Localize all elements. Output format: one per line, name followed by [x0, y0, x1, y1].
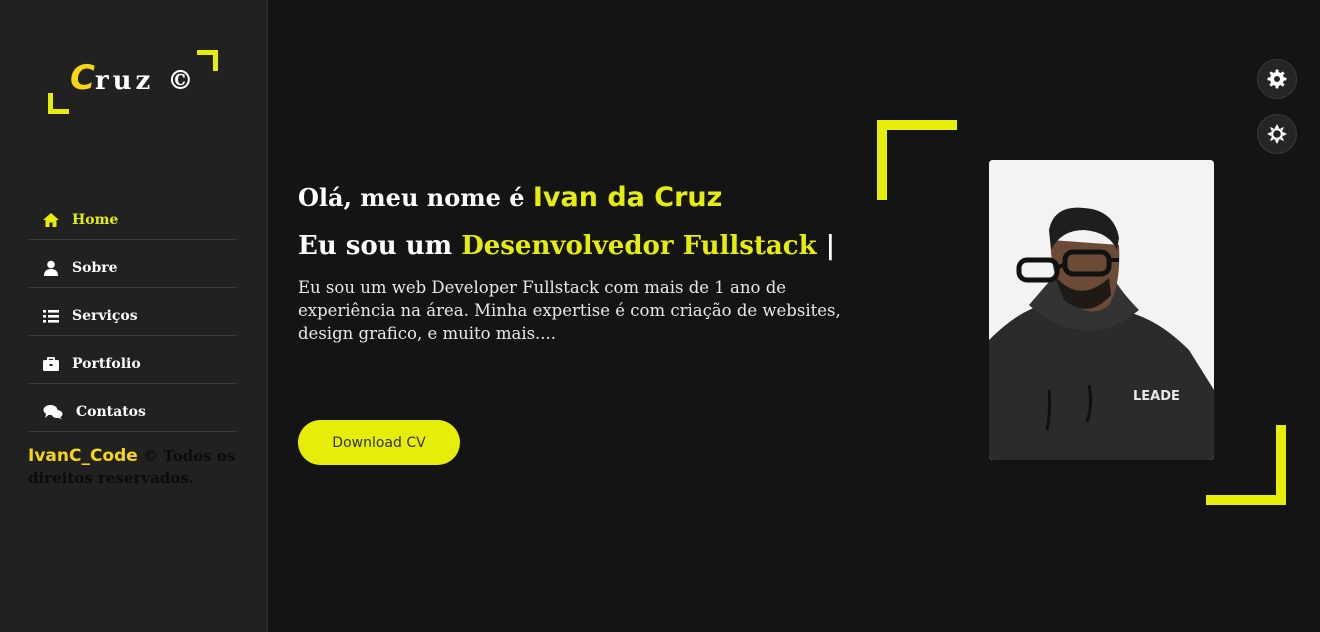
sidebar-item-label: Sobre — [72, 259, 118, 276]
copyright-note: IvanC_Code © Todos os direitos reservado… — [28, 445, 253, 489]
hero-description: Eu sou um web Developer Fullstack com ma… — [298, 278, 841, 343]
settings-button[interactable] — [1257, 59, 1297, 99]
role-prefix: Eu sou um — [298, 231, 462, 261]
sidebar-item-label: Contatos — [76, 403, 146, 420]
sidebar-item-label: Serviços — [72, 307, 138, 324]
user-icon — [44, 260, 58, 276]
sidebar-item-servicos[interactable]: Serviços — [28, 288, 237, 336]
sidebar-item-contatos[interactable]: Contatos — [28, 384, 237, 432]
sidebar-item-label: Portfolio — [72, 355, 141, 372]
typing-cursor: | — [816, 231, 836, 261]
footer-brand: IvanC_Code — [28, 446, 138, 466]
chat-icon — [43, 404, 63, 419]
logo[interactable]: Cruz © — [48, 50, 218, 114]
role-heading: Eu sou um Desenvolvedor Fullstack | — [298, 226, 878, 266]
sidebar-nav: Home Sobre Serviços Portfolio Contatos — [28, 192, 237, 432]
home-icon — [43, 212, 59, 227]
hero-role: Desenvolvedor Fullstack — [461, 231, 817, 261]
sidebar-item-home[interactable]: Home — [28, 192, 237, 240]
logo-rest: ruz © — [94, 66, 198, 96]
greeting-heading: Olá, meu nome é Ivan da Cruz — [298, 178, 878, 218]
logo-corner-top-right — [197, 50, 218, 71]
sidebar: Cruz © Home Sobre Serviços Portfolio Con… — [0, 0, 268, 632]
greeting-text: Olá, meu nome é — [298, 183, 533, 212]
profile-photo: LEADE — [989, 160, 1214, 460]
briefcase-icon — [43, 356, 59, 371]
profile-photo-drawing: LEADE — [989, 160, 1214, 460]
sun-icon — [1267, 124, 1287, 144]
gear-icon — [1267, 69, 1287, 89]
shirt-text: LEADE — [1133, 389, 1180, 404]
hero-section: Olá, meu nome é Ivan da Cruz Eu sou um D… — [298, 178, 878, 345]
download-cv-button[interactable]: Download CV — [298, 420, 460, 465]
photo-frame-top-left — [877, 120, 957, 200]
hero-name: Ivan da Cruz — [532, 182, 723, 213]
sidebar-item-portfolio[interactable]: Portfolio — [28, 336, 237, 384]
theme-toggle-button[interactable] — [1257, 114, 1297, 154]
sidebar-item-label: Home — [72, 211, 119, 228]
sidebar-item-sobre[interactable]: Sobre — [28, 240, 237, 288]
logo-initial: C — [70, 58, 95, 98]
logo-corner-bottom-left — [48, 93, 69, 114]
photo-frame-bottom-right — [1206, 425, 1286, 505]
list-icon — [43, 309, 59, 323]
logo-text: Cruz © — [70, 58, 197, 98]
